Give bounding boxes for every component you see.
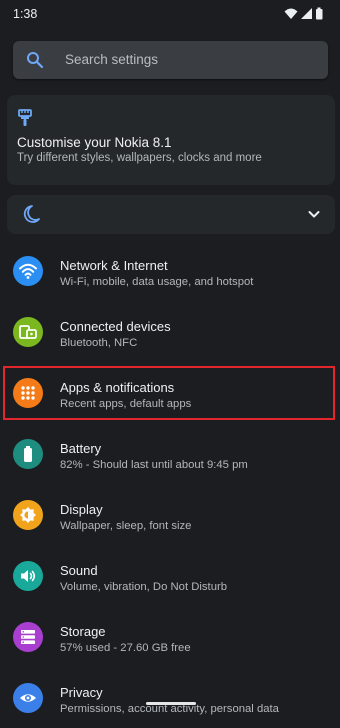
item-title: Battery xyxy=(60,441,102,456)
item-title: Privacy xyxy=(60,685,103,700)
item-title: Display xyxy=(60,502,103,517)
item-title: Network & Internet xyxy=(60,258,168,273)
cellular-signal-icon xyxy=(301,8,312,19)
status-bar: 1:38 xyxy=(0,0,340,28)
item-subtitle: Volume, vibration, Do Not Disturb xyxy=(60,581,228,593)
item-subtitle: 82% - Should last until about 9:45 pm xyxy=(60,459,248,471)
wifi-icon xyxy=(284,8,298,19)
item-title: Sound xyxy=(60,563,98,578)
search-bar[interactable]: Search settings xyxy=(13,41,328,79)
conditional-row[interactable] xyxy=(7,195,335,234)
battery-icon xyxy=(316,7,323,20)
item-subtitle: Wi-Fi, mobile, data usage, and hotspot xyxy=(60,276,254,288)
apps-grid-icon xyxy=(13,378,43,408)
settings-item-sound[interactable]: Sound Volume, vibration, Do Not Disturb xyxy=(0,545,340,606)
item-subtitle: Wallpaper, sleep, font size xyxy=(60,520,192,532)
search-placeholder: Search settings xyxy=(65,52,159,67)
battery-icon xyxy=(13,439,43,469)
item-title: Storage xyxy=(60,624,106,639)
paintbrush-icon xyxy=(18,109,32,126)
suggestion-card[interactable]: Customise your Nokia 8.1 Try different s… xyxy=(7,95,335,185)
search-icon xyxy=(27,52,44,69)
chevron-down-icon[interactable] xyxy=(307,207,321,221)
settings-item-apps-notifications[interactable]: Apps & notifications Recent apps, defaul… xyxy=(0,362,340,423)
item-subtitle: Recent apps, default apps xyxy=(60,398,192,410)
suggestion-subtitle: Try different styles, wallpapers, clocks… xyxy=(17,152,262,164)
item-title: Connected devices xyxy=(60,319,171,334)
wifi-icon xyxy=(13,256,43,286)
settings-item-network-internet[interactable]: Network & Internet Wi-Fi, mobile, data u… xyxy=(0,240,340,301)
gesture-nav-handle[interactable] xyxy=(146,702,196,705)
item-title: Apps & notifications xyxy=(60,380,175,395)
settings-item-battery[interactable]: Battery 82% - Should last until about 9:… xyxy=(0,423,340,484)
brightness-icon xyxy=(13,500,43,530)
eye-icon xyxy=(13,683,43,713)
moon-icon xyxy=(23,205,40,223)
volume-icon xyxy=(13,561,43,591)
status-icons xyxy=(284,7,323,20)
settings-item-privacy[interactable]: Privacy Permissions, account activity, p… xyxy=(0,667,340,728)
status-time: 1:38 xyxy=(13,7,38,21)
settings-item-storage[interactable]: Storage 57% used - 27.60 GB free xyxy=(0,606,340,667)
item-subtitle: Bluetooth, NFC xyxy=(60,337,138,349)
settings-item-connected-devices[interactable]: Connected devices Bluetooth, NFC xyxy=(0,301,340,362)
devices-icon xyxy=(13,317,43,347)
item-subtitle: 57% used - 27.60 GB free xyxy=(60,642,191,654)
suggestion-title: Customise your Nokia 8.1 xyxy=(17,135,172,150)
settings-item-display[interactable]: Display Wallpaper, sleep, font size xyxy=(0,484,340,545)
storage-icon xyxy=(13,622,43,652)
